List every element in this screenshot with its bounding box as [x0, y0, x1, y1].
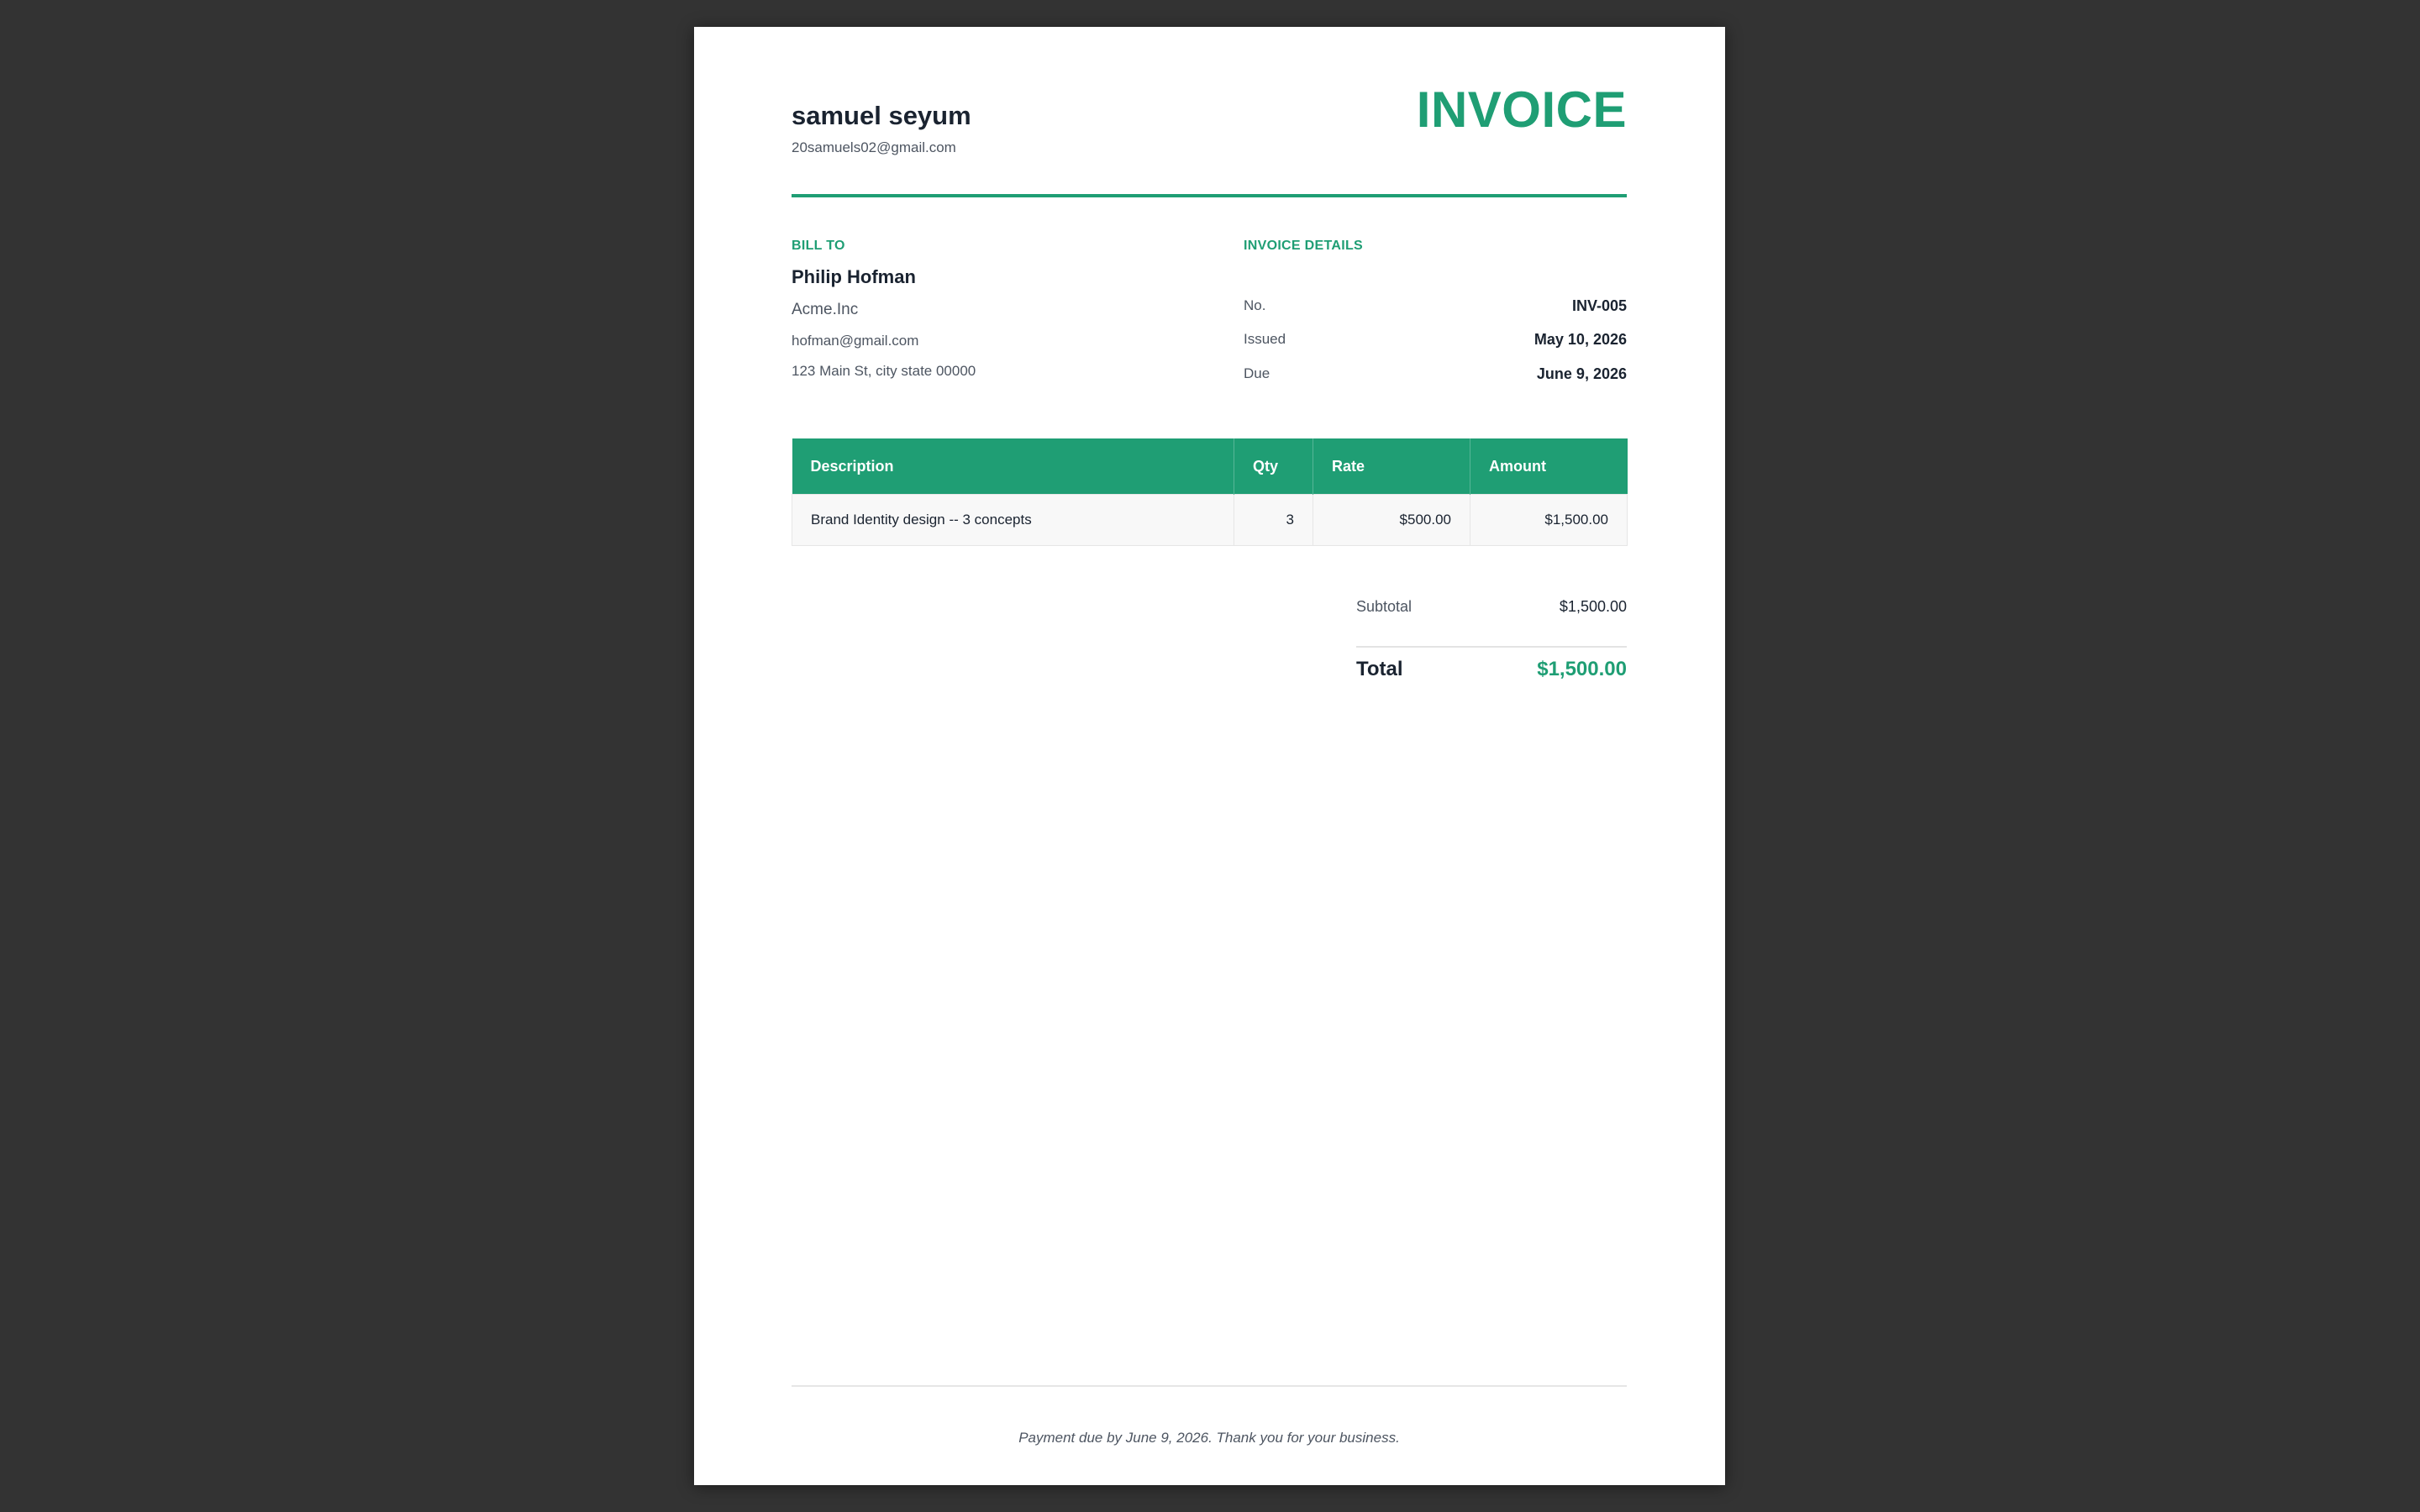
footer-divider: [792, 1385, 1627, 1387]
column-header-qty: Qty: [1234, 438, 1313, 495]
column-header-rate: Rate: [1313, 438, 1470, 495]
total-divider: [1356, 646, 1627, 648]
subtotal-label: Subtotal: [1356, 598, 1413, 615]
subtotal-row: Subtotal $1,500.00: [1356, 598, 1627, 620]
column-header-description: Description: [792, 438, 1234, 495]
detail-label: Due: [1244, 365, 1270, 381]
table-row: Brand Identity design -- 3 concepts 3 $5…: [792, 494, 1628, 546]
client-name: Philip Hofman: [792, 266, 916, 287]
client-company: Acme.Inc: [792, 301, 859, 318]
invoice-title: INVOICE: [1416, 81, 1627, 138]
sender-email: 20samuels02@gmail.com: [792, 139, 956, 155]
detail-row-issued: Issued May 10, 2026: [1244, 331, 1627, 351]
bill-to-label: BILL TO: [792, 239, 845, 253]
item-qty: 3: [1234, 494, 1313, 546]
issued-date: May 10, 2026: [1534, 331, 1627, 348]
invoice-details-label: INVOICE DETAILS: [1244, 239, 1363, 253]
column-header-amount: Amount: [1470, 438, 1628, 495]
item-rate: $500.00: [1313, 494, 1470, 546]
total-label: Total: [1356, 658, 1403, 680]
payment-note: Payment due by June 9, 2026. Thank you f…: [1018, 1430, 1400, 1446]
item-description: Brand Identity design -- 3 concepts: [792, 494, 1234, 546]
item-amount: $1,500.00: [1470, 494, 1628, 546]
detail-row-number: No. INV-005: [1244, 297, 1627, 318]
header-divider: [792, 194, 1627, 197]
detail-label: No.: [1244, 297, 1266, 313]
due-date: June 9, 2026: [1536, 365, 1627, 382]
client-email: hofman@gmail.com: [792, 333, 919, 349]
sender-name: samuel seyum: [792, 101, 971, 130]
detail-row-due: Due June 9, 2026: [1244, 365, 1627, 386]
total-value: $1,500.00: [1537, 658, 1627, 680]
invoice-content: samuel seyum 20samuels02@gmail.com INVOI…: [792, 27, 1628, 1485]
total-row: Total $1,500.00: [1356, 658, 1627, 685]
invoice-page: samuel seyum 20samuels02@gmail.com INVOI…: [694, 27, 1725, 1485]
line-items-table: Description Qty Rate Amount Brand Identi…: [792, 438, 1628, 546]
invoice-number: INV-005: [1571, 297, 1627, 314]
detail-label: Issued: [1244, 331, 1286, 347]
table-header-row: Description Qty Rate Amount: [792, 438, 1628, 495]
subtotal-value: $1,500.00: [1559, 598, 1627, 615]
client-address: 123 Main St, city state 00000: [792, 363, 976, 379]
